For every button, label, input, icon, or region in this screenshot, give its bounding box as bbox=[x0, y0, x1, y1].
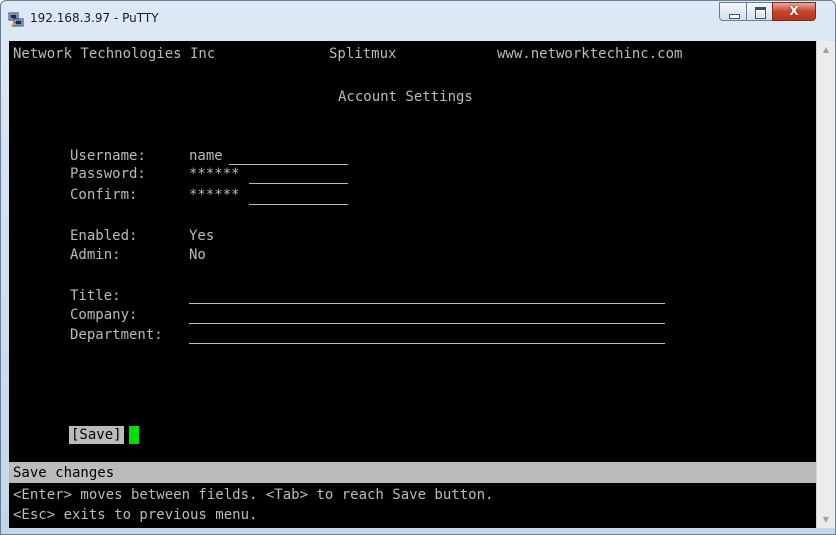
department-label: Department: bbox=[70, 327, 163, 343]
confirm-label: Confirm: bbox=[70, 187, 138, 203]
title-label: Title: bbox=[70, 288, 121, 304]
page-title: Account Settings bbox=[338, 89, 473, 105]
putty-icon[interactable] bbox=[8, 12, 24, 28]
username-field[interactable] bbox=[229, 164, 348, 165]
minimize-button[interactable] bbox=[719, 2, 747, 21]
help-line-1: <Enter> moves between fields. <Tab> to r… bbox=[13, 487, 494, 503]
terminal-screen[interactable]: Network Technologies Inc Splitmux www.ne… bbox=[9, 41, 816, 528]
password-label: Password: bbox=[70, 166, 146, 182]
minimize-icon bbox=[729, 14, 740, 19]
enabled-value[interactable]: Yes bbox=[189, 227, 214, 245]
putty-window: 192.168.3.97 - PuTTY X Network Technolog… bbox=[0, 0, 836, 535]
username-value: name bbox=[189, 148, 223, 164]
header-company: Network Technologies Inc bbox=[13, 46, 216, 62]
help-line-2: <Esc> exits to previous menu. bbox=[13, 507, 258, 523]
scroll-up-icon[interactable]: ▲ bbox=[817, 41, 835, 58]
close-icon: X bbox=[789, 4, 799, 18]
confirm-value: ****** bbox=[189, 187, 240, 203]
window-title: 192.168.3.97 - PuTTY bbox=[30, 11, 159, 25]
close-button[interactable]: X bbox=[772, 2, 816, 21]
title-field[interactable] bbox=[189, 303, 665, 304]
maximize-icon bbox=[755, 7, 766, 19]
header-website: www.networktechinc.com bbox=[497, 46, 683, 62]
admin-value[interactable]: No bbox=[189, 246, 206, 264]
company-label: Company: bbox=[70, 307, 138, 323]
department-field[interactable] bbox=[189, 343, 665, 344]
status-text: Save changes bbox=[13, 465, 115, 481]
scroll-down-icon[interactable]: ▼ bbox=[817, 511, 835, 528]
admin-label: Admin: bbox=[70, 247, 121, 263]
password-field[interactable] bbox=[249, 183, 348, 184]
text-cursor bbox=[129, 426, 139, 444]
vertical-scrollbar[interactable]: ▲ ▼ bbox=[816, 41, 835, 528]
title-bar[interactable]: 192.168.3.97 - PuTTY X bbox=[1, 1, 835, 41]
status-bar: Save changes bbox=[9, 462, 816, 483]
password-value: ****** bbox=[189, 166, 240, 182]
enabled-label: Enabled: bbox=[70, 228, 138, 244]
company-field[interactable] bbox=[189, 323, 665, 324]
maximize-button[interactable] bbox=[746, 2, 773, 21]
header-product: Splitmux bbox=[329, 46, 397, 62]
confirm-field[interactable] bbox=[249, 204, 348, 205]
username-label: Username: bbox=[70, 148, 146, 164]
save-button[interactable]: [Save] bbox=[69, 426, 124, 444]
